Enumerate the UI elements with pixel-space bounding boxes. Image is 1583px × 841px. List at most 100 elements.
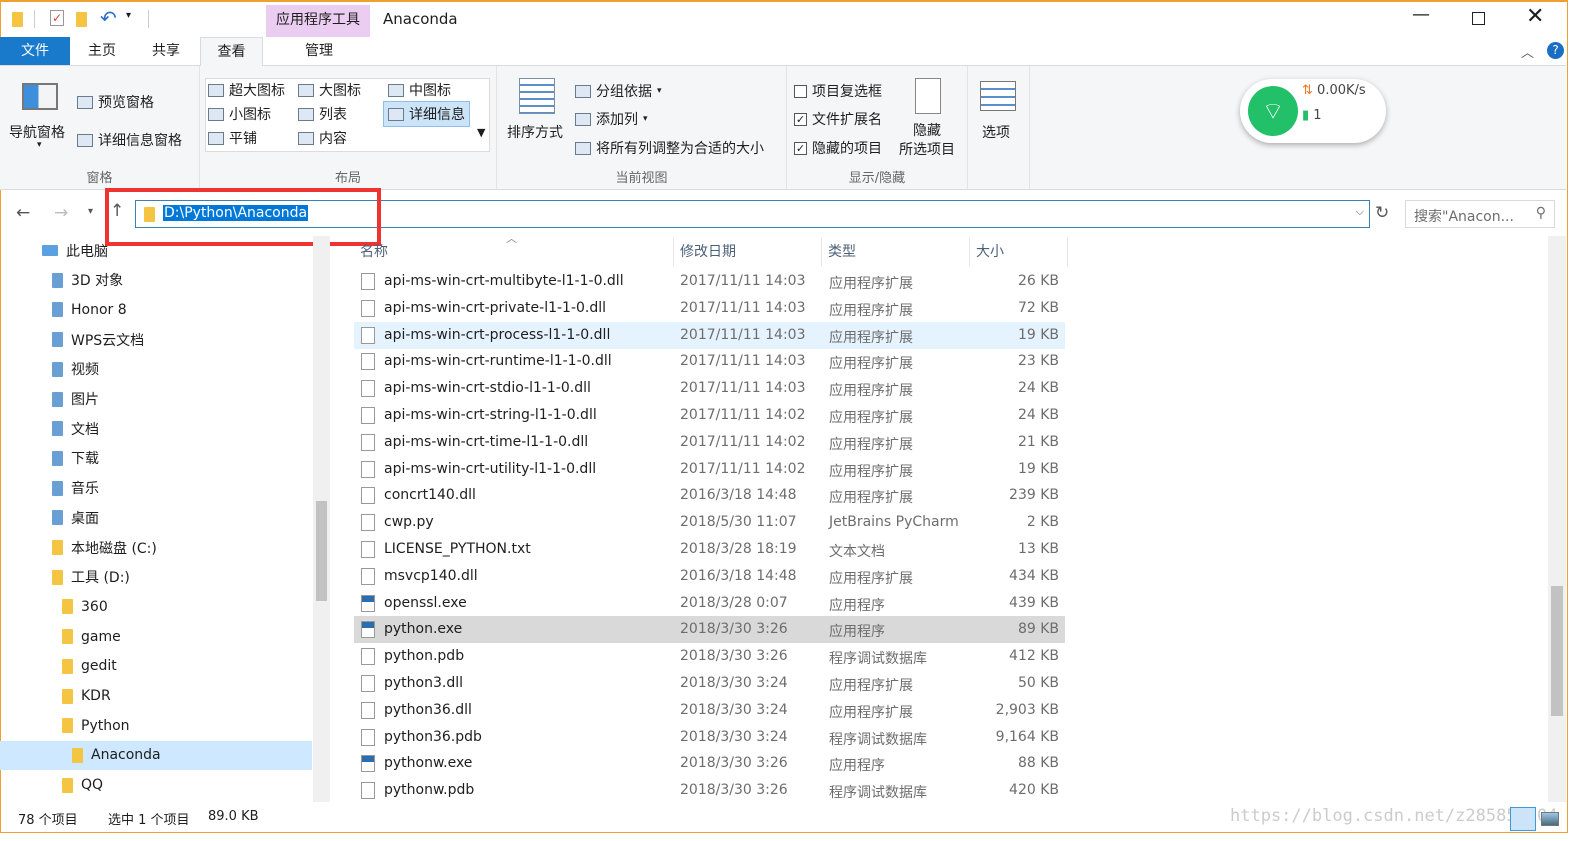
file-row[interactable]: api-ms-win-crt-time-l1-1-0.dll 2017/11/11…	[354, 429, 1065, 456]
options-button[interactable]: 选项	[982, 122, 1010, 142]
folder-icon	[52, 272, 63, 288]
layout-tiles[interactable]: 平铺	[208, 128, 257, 148]
file-row[interactable]: api-ms-win-crt-multibyte-l1-1-0.dll 2017/…	[354, 268, 1065, 295]
column-header-type[interactable]: 类型	[822, 238, 970, 266]
search-input[interactable]: 搜索"Anacon... ⚲	[1405, 200, 1555, 228]
add-column-button[interactable]: 添加列 ▾	[575, 109, 648, 129]
tab-file[interactable]: 文件	[0, 37, 70, 65]
nav-item[interactable]: Python	[0, 711, 312, 740]
file-list-scrollbar[interactable]	[1548, 236, 1566, 802]
file-row[interactable]: python3.dll 2018/3/30 3:24 应用程序扩展 50 KB	[354, 670, 1065, 697]
preview-pane-button[interactable]: 预览窗格	[77, 92, 154, 112]
window-title: Anaconda	[383, 10, 458, 28]
details-pane-button[interactable]: 详细信息窗格	[77, 130, 182, 150]
tab-view[interactable]: 查看	[200, 37, 263, 66]
file-row[interactable]: cwp.py 2018/5/30 11:07 JetBrains PyCharm 2 …	[354, 509, 1065, 536]
large-icons-view-button[interactable]	[1541, 812, 1559, 826]
column-header-date[interactable]: 修改日期	[674, 238, 822, 266]
nav-item[interactable]: 桌面	[0, 503, 312, 532]
file-row[interactable]: python36.dll 2018/3/30 3:24 应用程序扩展 2,903 KB	[354, 697, 1065, 724]
nav-item[interactable]: gedit	[0, 652, 312, 681]
layout-content[interactable]: 内容	[298, 128, 347, 148]
nav-scrollbar[interactable]	[313, 236, 330, 802]
nav-item[interactable]: 此电脑	[0, 236, 312, 265]
file-extensions-toggle[interactable]: ✓ 文件扩展名	[794, 109, 882, 129]
nav-item[interactable]: 360	[0, 592, 312, 621]
tab-share[interactable]: 共享	[144, 37, 188, 65]
quick-access-folder-icon[interactable]	[12, 11, 23, 27]
file-row[interactable]: python36.pdb 2018/3/30 3:24 程序调试数据库 9,164 K…	[354, 724, 1065, 751]
layout-small[interactable]: 小图标	[208, 104, 271, 124]
address-dropdown-icon[interactable]: ⌵	[1356, 205, 1364, 219]
back-button[interactable]: ←	[16, 203, 30, 223]
fit-columns-button[interactable]: 将所有列调整为合适的大小	[575, 138, 764, 158]
file-row[interactable]: api-ms-win-crt-stdio-l1-1-0.dll 2017/11/1…	[354, 375, 1065, 402]
layout-details[interactable]: 详细信息	[383, 101, 470, 127]
file-row[interactable]: openssl.exe 2018/3/28 0:07 应用程序 439 KB	[354, 590, 1065, 617]
file-row[interactable]: pythonw.pdb 2018/3/30 3:26 程序调试数据库 420 KB	[354, 777, 1065, 804]
layout-medium[interactable]: 中图标	[388, 80, 451, 100]
file-icon	[361, 487, 375, 505]
maximize-button[interactable]	[1472, 12, 1485, 25]
nav-item[interactable]: 音乐	[0, 474, 312, 503]
file-row[interactable]: LICENSE_PYTHON.txt 2018/3/28 18:19 文本文档 13 …	[354, 536, 1065, 563]
file-row[interactable]: msvcp140.dll 2016/3/18 14:48 应用程序扩展 434 KB	[354, 563, 1065, 590]
forward-button[interactable]: →	[54, 203, 68, 223]
file-row[interactable]: api-ms-win-crt-runtime-l1-1-0.dll 2017/11…	[354, 348, 1065, 375]
file-row[interactable]: concrt140.dll 2016/3/18 14:48 应用程序扩展 239 KB	[354, 482, 1065, 509]
file-row[interactable]: python.exe 2018/3/30 3:26 应用程序 89 KB	[354, 616, 1065, 644]
file-row[interactable]: python.pdb 2018/3/30 3:26 程序调试数据库 412 KB	[354, 643, 1065, 670]
recent-locations-button[interactable]: ▾	[88, 206, 93, 217]
nav-item[interactable]: 视频	[0, 355, 312, 384]
gallery-more-icon[interactable]: ▼	[477, 126, 485, 139]
close-button[interactable]: ✕	[1526, 4, 1544, 29]
item-checkbox-toggle[interactable]: 项目复选框	[794, 81, 882, 101]
file-date: 2016/3/18 14:48	[680, 567, 797, 584]
nav-item[interactable]: 下载	[0, 444, 312, 473]
properties-icon[interactable]: ✓	[50, 10, 64, 26]
details-view-button[interactable]	[1510, 807, 1536, 831]
file-row[interactable]: pythonw.exe 2018/3/30 3:26 应用程序 88 KB	[354, 750, 1065, 777]
file-type: 应用程序扩展	[829, 276, 913, 292]
file-row[interactable]: api-ms-win-crt-utility-l1-1-0.dll 2017/11…	[354, 456, 1065, 483]
hidden-items-toggle[interactable]: ✓ 隐藏的项目	[794, 138, 882, 158]
sort-by-button[interactable]: 排序方式	[507, 122, 563, 142]
layout-list[interactable]: 列表	[298, 104, 347, 124]
file-type: JetBrains PyCharm	[829, 514, 959, 531]
collapse-ribbon-icon[interactable]: ︿	[1521, 42, 1534, 61]
network-widget[interactable]: ⌔ ⇅ 0.00K/s ▮ 1	[1240, 79, 1386, 143]
nav-item[interactable]: KDR	[0, 682, 312, 711]
customize-toolbar-icon[interactable]: ▾	[126, 10, 131, 21]
nav-item[interactable]: Anaconda	[0, 740, 312, 770]
nav-item[interactable]: game	[0, 622, 312, 651]
layout-large[interactable]: 大图标	[298, 80, 361, 100]
column-header-size[interactable]: 大小	[970, 238, 1068, 266]
nav-item[interactable]: Honor 8	[0, 295, 312, 324]
file-date: 2018/3/30 3:26	[680, 621, 788, 638]
file-icon	[361, 728, 375, 746]
nav-item[interactable]: 文档	[0, 414, 312, 443]
group-by-button[interactable]: 分组依据 ▾	[575, 81, 662, 101]
nav-item[interactable]: WPS云文档	[0, 325, 312, 354]
help-icon[interactable]: ?	[1547, 42, 1564, 59]
file-date: 2018/3/28 0:07	[680, 594, 788, 611]
undo-icon[interactable]: ↶	[100, 6, 117, 30]
file-row[interactable]: api-ms-win-crt-process-l1-1-0.dll 2017/11…	[354, 321, 1065, 349]
tab-home[interactable]: 主页	[80, 37, 124, 65]
nav-item[interactable]: QQ	[0, 771, 312, 800]
new-folder-icon[interactable]	[76, 11, 87, 27]
file-row[interactable]: api-ms-win-crt-string-l1-1-0.dll 2017/11/…	[354, 402, 1065, 429]
file-row[interactable]: api-ms-win-crt-private-l1-1-0.dll 2017/11…	[354, 295, 1065, 322]
search-icon: ⚲	[1535, 205, 1546, 221]
tab-manage[interactable]: 管理	[268, 37, 370, 65]
nav-item[interactable]: 工具 (D:)	[0, 563, 312, 592]
hide-selected-button[interactable]: 隐藏 所选项目	[899, 122, 955, 160]
nav-pane-button[interactable]: 导航窗格	[9, 122, 65, 142]
nav-item[interactable]: 3D 对象	[0, 266, 312, 295]
file-type: 应用程序	[829, 624, 885, 641]
layout-extra-large[interactable]: 超大图标	[208, 80, 285, 100]
minimize-button[interactable]: —	[1412, 4, 1430, 25]
nav-item[interactable]: 本地磁盘 (C:)	[0, 533, 312, 562]
refresh-button[interactable]: ↻	[1375, 203, 1389, 223]
nav-item[interactable]: 图片	[0, 385, 312, 414]
